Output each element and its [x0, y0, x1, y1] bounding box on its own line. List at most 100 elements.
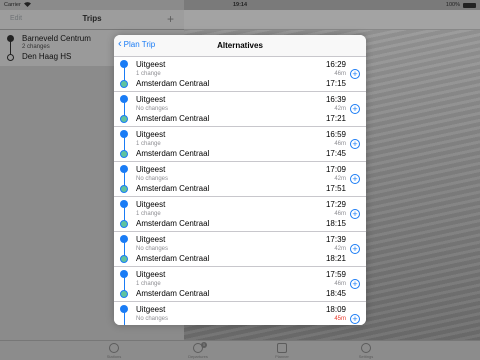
destination-dot-icon: [120, 115, 128, 123]
add-trip-plus-icon[interactable]: +: [350, 244, 360, 254]
origin-station: Uitgeest: [136, 60, 166, 69]
departure-time: 17:09: [325, 165, 346, 174]
add-trip-plus-icon[interactable]: +: [350, 104, 360, 114]
trip-duration: 42m: [334, 246, 346, 252]
map-icon: [277, 343, 287, 353]
tab-settings[interactable]: Settings: [352, 343, 380, 360]
list-item[interactable]: Uitgeest 1 change Amsterdam Centraal 17:29 4…: [114, 197, 366, 232]
changes-count: 1 change: [136, 140, 161, 147]
destination-dot-icon: [120, 185, 128, 193]
origin-station: Uitgeest: [136, 200, 166, 209]
add-trip-plus-icon[interactable]: +: [350, 69, 360, 79]
plus-icon[interactable]: +: [167, 12, 174, 26]
list-item[interactable]: Uitgeest No changes Amsterdam Centraal 16:3…: [114, 92, 366, 127]
destination-dot-icon: [7, 54, 14, 61]
origin-dot-icon: [7, 35, 14, 42]
origin-station: Uitgeest: [136, 235, 166, 244]
alternatives-modal: ‹ Plan Trip Alternatives Uitgeest 1 chang…: [114, 35, 366, 325]
list-item[interactable]: Uitgeest 1 change Amsterdam Centraal 16:59 4…: [114, 127, 366, 162]
list-item[interactable]: Uitgeest No changes Amsterdam Centraal 17:3…: [114, 232, 366, 267]
trip-duration: 42m: [334, 106, 346, 112]
trips-nav-bar: Edit Trips +: [0, 10, 184, 30]
departure-time: 17:39: [325, 235, 346, 244]
add-trip-plus-icon[interactable]: +: [350, 279, 360, 289]
origin-station: Uitgeest: [136, 130, 166, 139]
trip-duration: 46m: [334, 211, 346, 217]
destination-dot-icon: [120, 80, 128, 88]
arrival-time: 17:51: [325, 184, 346, 193]
tab-label: Settings: [358, 354, 374, 359]
arrival-time: 18:45: [325, 289, 346, 298]
trip-origin: Barneveld Centrum: [22, 34, 91, 43]
destination-dot-icon: [120, 220, 128, 228]
origin-station: Uitgeest: [136, 305, 166, 314]
add-trip-plus-icon[interactable]: +: [350, 174, 360, 184]
tab-label: Departures: [188, 354, 208, 359]
arrival-time: 18:15: [325, 219, 346, 228]
destination-station: Amsterdam Centraal: [136, 184, 210, 193]
origin-dot-icon: [120, 270, 128, 278]
status-bar: Carrier 19:14 100%: [0, 0, 480, 10]
back-button[interactable]: ‹ Plan Trip: [118, 39, 155, 50]
departure-time: 16:29: [325, 60, 346, 69]
trip-duration: 42m: [334, 176, 346, 182]
list-item[interactable]: Uitgeest 1 change Amsterdam Centraal 17:59 4…: [114, 267, 366, 302]
tab-planner[interactable]: Planner: [268, 343, 296, 360]
origin-station: Uitgeest: [136, 270, 166, 279]
add-trip-plus-icon[interactable]: +: [350, 314, 360, 324]
changes-count: No changes: [136, 245, 169, 252]
changes-count: No changes: [136, 315, 169, 322]
tab-label: Stations: [106, 354, 122, 359]
arrival-time: 17:21: [325, 114, 346, 123]
destination-station: Amsterdam Centraal: [136, 254, 210, 263]
changes-count: No changes: [136, 175, 169, 182]
trip-duration: 46m: [334, 281, 346, 287]
trips-title: Trips: [82, 14, 102, 23]
origin-dot-icon: [120, 305, 128, 313]
changes-count: 1 change: [136, 70, 161, 77]
changes-count: 1 change: [136, 210, 161, 217]
changes-count: 1 change: [136, 280, 161, 287]
tab-departures[interactable]: 5 Departures: [184, 342, 212, 360]
changes-count: No changes: [136, 105, 169, 112]
departure-time: 17:59: [325, 270, 346, 279]
origin-dot-icon: [120, 165, 128, 173]
arrival-time: 18:54: [326, 324, 346, 325]
modal-nav-bar: ‹ Plan Trip Alternatives: [114, 35, 366, 57]
origin-dot-icon: [120, 235, 128, 243]
list-item[interactable]: UitgeestNo changes Amsterdam Centraal 18:0…: [114, 302, 366, 325]
destination-station: Amsterdam Centraal: [136, 114, 210, 123]
add-trip-plus-icon[interactable]: +: [350, 209, 360, 219]
compass-icon: [109, 343, 119, 353]
destination-station: Amsterdam Centraal: [136, 149, 210, 158]
destination-station: Amsterdam Centraal: [136, 219, 210, 228]
trip-duration: 46m: [334, 71, 346, 77]
departure-time: 17:29: [325, 200, 346, 209]
chevron-left-icon: ‹: [118, 38, 122, 50]
list-item[interactable]: Uitgeest 1 change Amsterdam Centraal 16:29 4…: [114, 57, 366, 92]
destination-dot-icon: [120, 290, 128, 298]
origin-station: Uitgeest: [136, 95, 166, 104]
list-item[interactable]: Uitgeest No changes Amsterdam Centraal 17:0…: [114, 162, 366, 197]
tab-label: Planner: [275, 354, 289, 359]
gear-icon: [361, 343, 371, 353]
destination-station: Amsterdam Centraal: [136, 79, 210, 88]
tab-stations[interactable]: Stations: [100, 343, 128, 360]
origin-dot-icon: [120, 95, 128, 103]
arrival-time: 18:21: [325, 254, 346, 263]
destination-dot-icon: [120, 255, 128, 263]
status-time: 19:14: [232, 2, 248, 8]
departure-time: 16:59: [325, 130, 346, 139]
trip-duration: 46m: [334, 141, 346, 147]
alternatives-list[interactable]: Uitgeest 1 change Amsterdam Centraal 16:29 4…: [114, 57, 366, 325]
back-label: Plan Trip: [123, 40, 156, 49]
tab-bar: Stations 5 Departures Planner Settings: [0, 340, 480, 360]
destination-station: Amsterdam Centraal: [136, 324, 209, 325]
arrival-time: 17:15: [325, 79, 346, 88]
add-trip-plus-icon[interactable]: +: [350, 139, 360, 149]
arrival-time: 17:45: [325, 149, 346, 158]
origin-dot-icon: [120, 200, 128, 208]
departure-time: 18:09: [325, 305, 346, 314]
origin-dot-icon: [120, 60, 128, 68]
trip-destination: Den Haag HS: [22, 52, 72, 61]
